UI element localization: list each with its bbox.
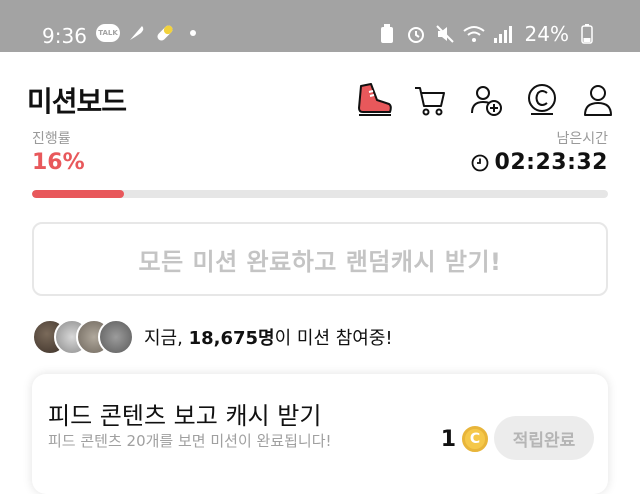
mission-subtitle: 피드 콘텐츠 20개를 보면 미션이 완료됩니다! <box>48 432 332 450</box>
participants-suffix: 이 미션 참여중! <box>274 328 393 349</box>
participants-text: 지금, 18,675명이 미션 참여중! <box>144 324 393 350</box>
mission-reward: 1 C <box>441 426 488 452</box>
kakaotalk-icon: TALK <box>96 24 120 42</box>
mission-card[interactable]: 피드 콘텐츠 보고 캐시 받기 피드 콘텐츠 20개를 보면 미션이 완료됩니다… <box>32 374 608 494</box>
status-time: 9:36 <box>42 24 87 48</box>
cash-coin-icon[interactable] <box>522 80 562 120</box>
countdown-timer: 02:23:32 <box>471 150 608 175</box>
wifi-icon <box>462 23 485 45</box>
progress-bar <box>32 190 608 198</box>
timer-value: 02:23:32 <box>494 150 608 175</box>
complete-all-missions-button[interactable]: 모든 미션 완료하고 랜덤캐시 받기! <box>32 222 608 296</box>
progress-percent: 16% <box>32 150 85 175</box>
status-bar: 9:36 TALK 24% <box>0 0 640 52</box>
progress-bar-fill <box>32 190 125 198</box>
participants-prefix: 지금, <box>144 328 189 349</box>
reward-amount: 1 <box>440 426 456 452</box>
participants-row: 지금, 18,675명이 미션 참여중! <box>32 318 393 356</box>
header-actions <box>354 80 618 120</box>
progress-label: 진행률 <box>32 131 71 147</box>
mission-title: 피드 콘텐츠 보고 캐시 받기 <box>48 402 322 430</box>
avatar <box>98 319 134 355</box>
dot-icon <box>182 22 204 44</box>
battery-percentage: 24% <box>524 22 569 46</box>
page-title: 미션보드 <box>27 85 127 118</box>
participant-avatars <box>32 319 134 355</box>
clock-icon <box>471 154 489 172</box>
pill-icon <box>154 22 176 44</box>
mute-icon <box>434 23 456 45</box>
complete-all-label: 모든 미션 완료하고 랜덤캐시 받기! <box>138 247 502 276</box>
profile-icon[interactable] <box>578 80 618 120</box>
app-header: 미션보드 <box>0 52 640 136</box>
alarm-icon <box>405 23 427 45</box>
battery-icon <box>576 23 598 45</box>
notification-icons: TALK <box>96 22 204 44</box>
shoe-icon[interactable] <box>354 80 394 120</box>
signal-icon <box>492 23 514 45</box>
feather-icon <box>126 22 148 44</box>
coin-icon: C <box>462 426 488 452</box>
claim-complete-button[interactable]: 적립완료 <box>494 416 594 460</box>
system-icons: 24% <box>376 22 598 46</box>
cart-icon[interactable] <box>410 80 450 120</box>
add-friend-icon[interactable] <box>466 80 506 120</box>
recycle-icon <box>376 23 398 45</box>
participants-count: 18,675명 <box>188 328 275 349</box>
progress-section: 진행률 남은시간 16% 02:23:32 <box>0 131 640 202</box>
remaining-time-label: 남은시간 <box>556 131 608 147</box>
